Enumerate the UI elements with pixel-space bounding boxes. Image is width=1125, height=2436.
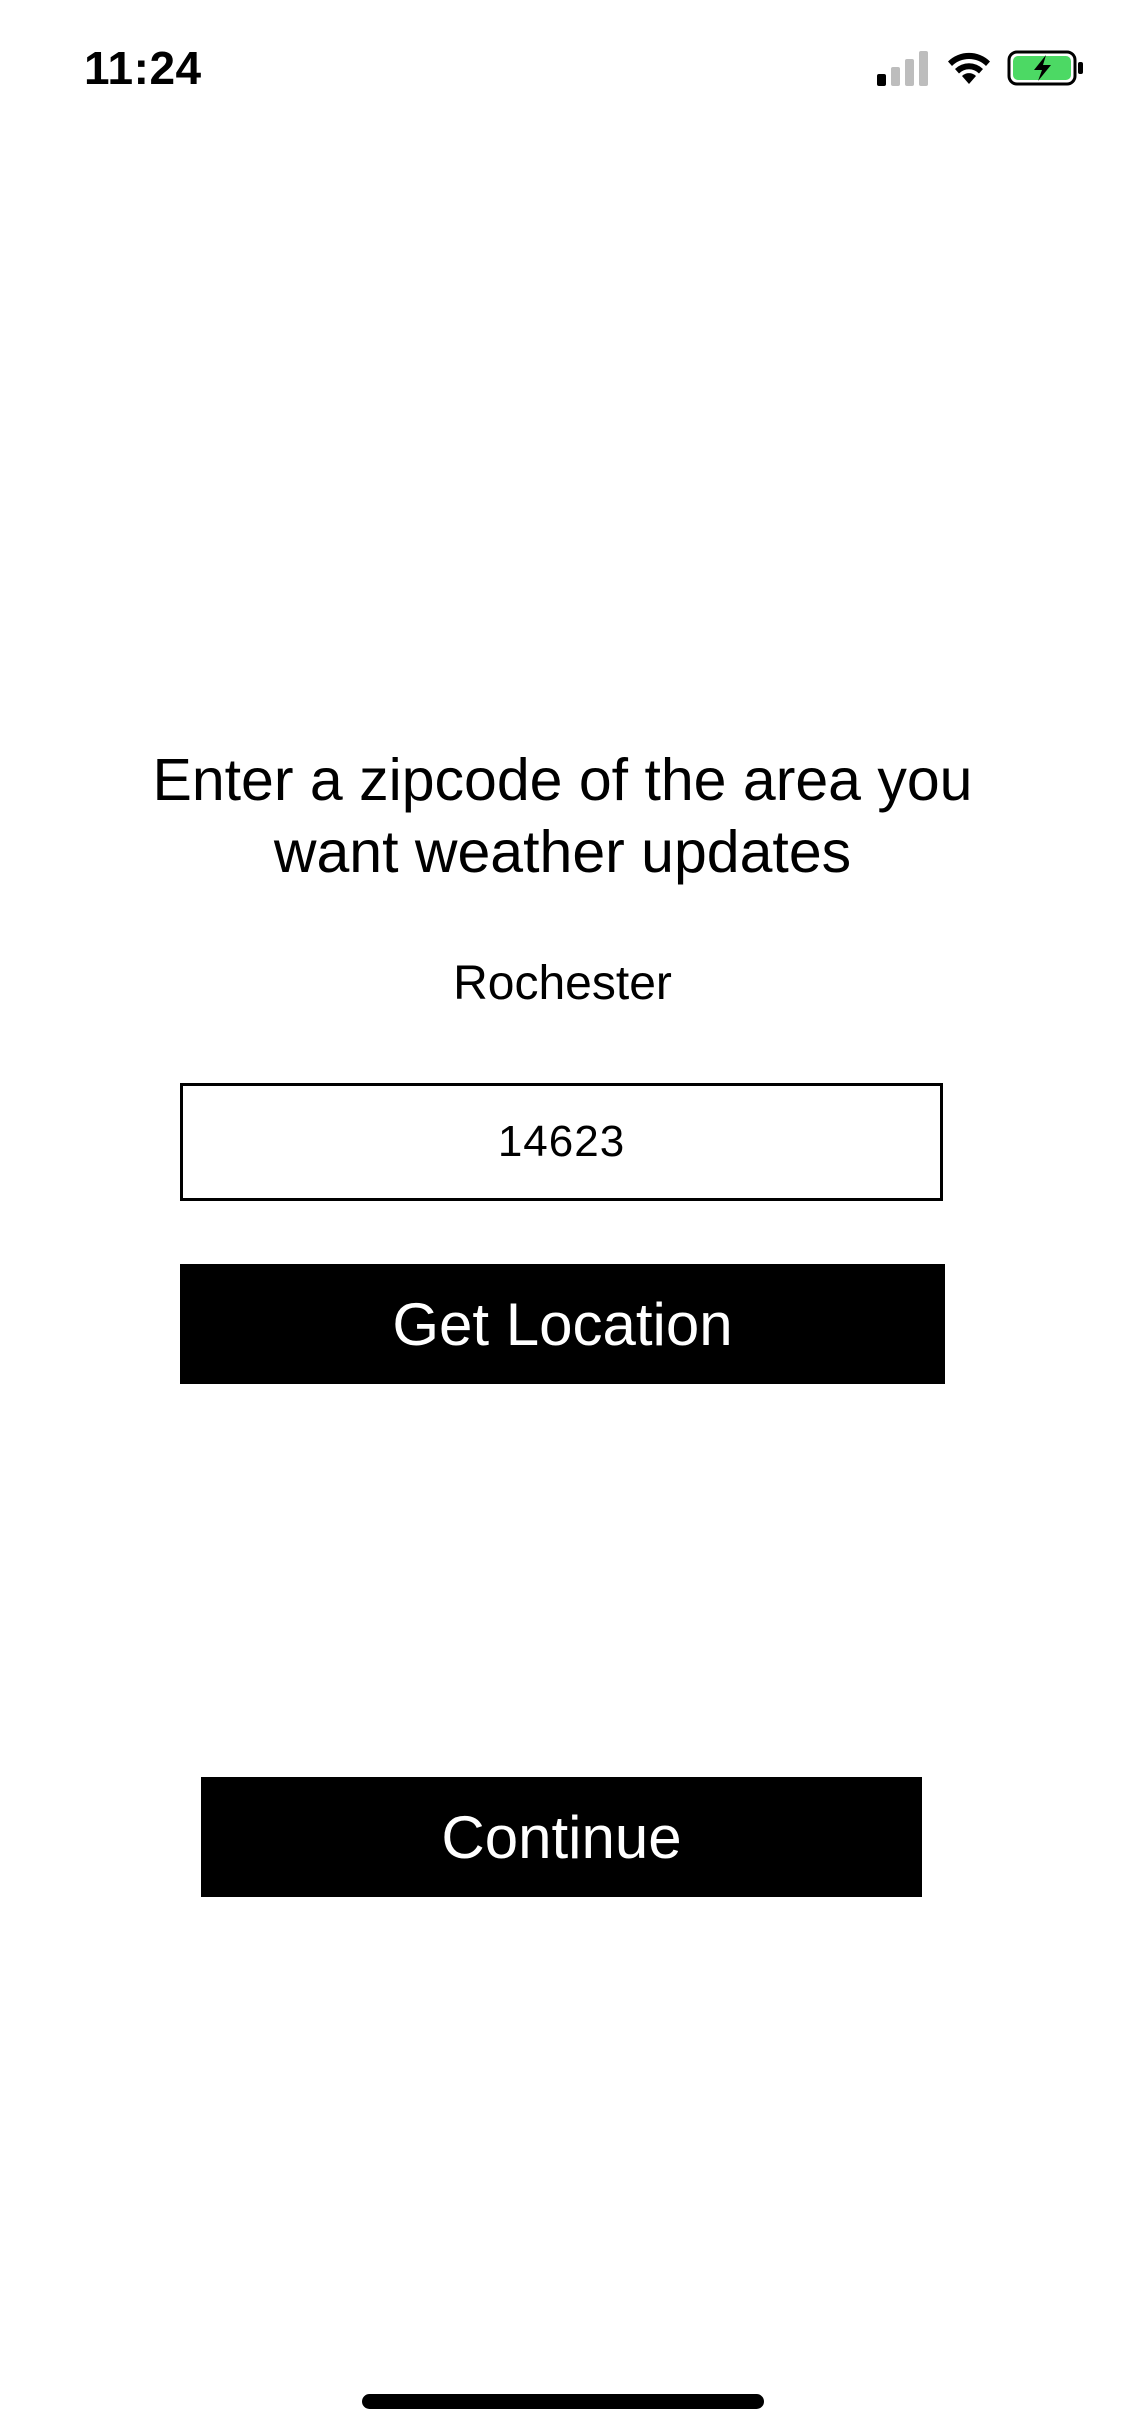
wifi-icon	[945, 50, 993, 86]
status-icons	[877, 48, 1085, 88]
zipcode-prompt: Enter a zipcode of the area you want wea…	[152, 747, 973, 885]
city-label: Rochester	[453, 957, 672, 1010]
status-bar: 11:24	[0, 0, 1125, 132]
zipcode-input[interactable]	[180, 1083, 943, 1201]
continue-button[interactable]: Continue	[201, 1777, 922, 1897]
battery-charging-icon	[1007, 49, 1085, 87]
cellular-signal-icon	[877, 50, 931, 86]
status-time: 11:24	[84, 42, 202, 94]
home-indicator[interactable]	[362, 2394, 764, 2409]
get-location-button[interactable]: Get Location	[180, 1264, 945, 1384]
